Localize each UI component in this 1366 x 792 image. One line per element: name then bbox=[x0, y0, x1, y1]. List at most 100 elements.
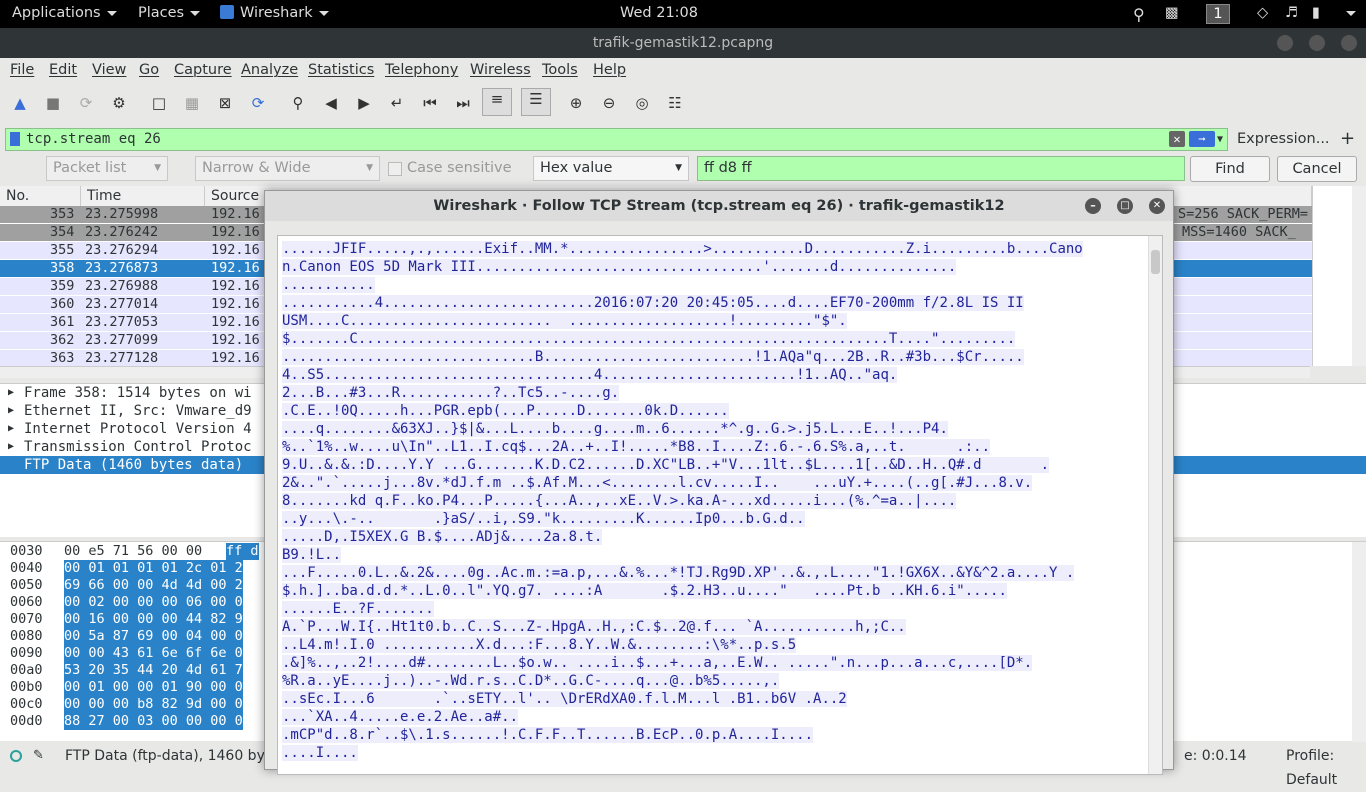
stream-line: ...........4.........................201… bbox=[282, 295, 1024, 311]
menu-edit[interactable]: Edit bbox=[49, 62, 77, 78]
save-file-icon[interactable]: ▦ bbox=[182, 93, 202, 113]
start-capture-icon[interactable]: ▲ bbox=[10, 93, 30, 113]
bytes-scrollbar[interactable] bbox=[1352, 542, 1366, 742]
dialog-title: Wireshark · Follow TCP Stream (tcp.strea… bbox=[433, 198, 1005, 214]
menu-statistics[interactable]: Statistics bbox=[308, 62, 374, 78]
clear-filter-icon[interactable]: ✕ bbox=[1169, 131, 1185, 147]
dialog-close-icon[interactable]: ✕ bbox=[1149, 198, 1165, 214]
stream-line: 9.U..&.&.:D....Y.Y ...G.......K.D.C2....… bbox=[282, 457, 1050, 473]
maximize-button[interactable] bbox=[1309, 35, 1325, 51]
stream-line: .mCP"d..8.r`..$\.1.s......!.C.F.F..T....… bbox=[282, 727, 814, 743]
edit-comment-icon[interactable]: ✎ bbox=[33, 744, 44, 768]
status-text: FTP Data (ftp-data), 1460 byte bbox=[65, 748, 279, 764]
stream-line: $.......C...............................… bbox=[282, 331, 1016, 347]
menu-tools[interactable]: Tools bbox=[542, 62, 578, 78]
stream-scrollbar-thumb[interactable] bbox=[1151, 250, 1160, 274]
expand-icon[interactable]: ▶ bbox=[8, 420, 14, 438]
search-type-select[interactable]: Hex value ▼ bbox=[533, 156, 689, 181]
resize-columns-icon[interactable]: ☷ bbox=[665, 93, 685, 113]
expand-icon[interactable]: ▶ bbox=[8, 438, 14, 456]
dialog-maximize-icon[interactable]: □ bbox=[1117, 198, 1133, 214]
window-titlebar: trafik-gemastik12.pcapng bbox=[0, 28, 1366, 58]
col-header-time[interactable]: Time bbox=[81, 186, 205, 206]
find-button[interactable]: Find bbox=[1190, 156, 1270, 182]
expert-info-icon[interactable] bbox=[10, 750, 22, 762]
stream-line: 4..S5................................4..… bbox=[282, 367, 898, 383]
minimize-button[interactable] bbox=[1277, 35, 1293, 51]
normal-size-icon[interactable]: ◎ bbox=[632, 93, 652, 113]
cancel-find-button[interactable]: Cancel bbox=[1277, 156, 1357, 182]
menu-view[interactable]: View bbox=[92, 62, 126, 78]
wifi-icon[interactable]: ◇ bbox=[1257, 5, 1268, 21]
menu-telephony[interactable]: Telephony bbox=[385, 62, 458, 78]
capture-options-icon[interactable]: ⚙ bbox=[109, 93, 129, 113]
col-header-no[interactable]: No. bbox=[0, 186, 81, 206]
last-packet-icon[interactable]: ⏭ bbox=[453, 93, 473, 113]
app-menu[interactable]: Wireshark bbox=[220, 5, 329, 21]
dialog-titlebar: Wireshark · Follow TCP Stream (tcp.strea… bbox=[265, 191, 1173, 221]
main-toolbar: ▲ ■ ⟳ ⚙ □ ▦ ⊠ ⟳ ⚲ ◀ ▶ ↵ ⏮ ⏭ ≡ ☰ ⊕ ⊖ ◎ ☷ bbox=[0, 84, 1366, 120]
stream-line: ...`XA..4.....e.e.2.Ae..a#.. bbox=[282, 709, 519, 725]
stream-line: ..sEc.I...6 .`..sETY..l'.. \DrERdXA0.f.l… bbox=[282, 691, 847, 707]
gnome-top-bar: Applications Places Wireshark Wed 21:08 … bbox=[0, 0, 1366, 28]
apply-filter-icon[interactable]: ➞ bbox=[1189, 131, 1215, 147]
search-in-select[interactable]: Packet list ▼ bbox=[46, 156, 168, 181]
go-back-icon[interactable]: ◀ bbox=[321, 93, 341, 113]
chevron-down-icon[interactable] bbox=[1346, 5, 1356, 21]
char-width-select[interactable]: Narrow & Wide ▼ bbox=[195, 156, 380, 181]
packet-list-scrollbar[interactable] bbox=[1352, 186, 1366, 366]
stream-line: 2&..".`.....j...8v.*dJ.f.m ..$.Af.M...<.… bbox=[282, 475, 1033, 491]
stream-content[interactable]: ......JFIF.....,.,......Exif..MM.*......… bbox=[277, 235, 1163, 775]
expand-icon[interactable]: ▶ bbox=[8, 384, 14, 402]
autoscroll-icon[interactable]: ≡ bbox=[482, 88, 512, 116]
stream-line: B9.!L.. bbox=[282, 547, 342, 563]
menu-capture[interactable]: Capture bbox=[174, 62, 232, 78]
restart-capture-icon[interactable]: ⟳ bbox=[76, 93, 96, 113]
follow-tcp-stream-dialog: Wireshark · Follow TCP Stream (tcp.strea… bbox=[264, 190, 1174, 775]
zoom-out-icon[interactable]: ⊖ bbox=[599, 93, 619, 113]
go-forward-icon[interactable]: ▶ bbox=[354, 93, 374, 113]
case-sensitive-checkbox[interactable] bbox=[388, 162, 402, 176]
menu-go[interactable]: Go bbox=[139, 62, 159, 78]
expand-icon[interactable]: ▶ bbox=[8, 402, 14, 420]
stream-line: %..`1%..w....u\In"..L1..I.cq$...2A..+..I… bbox=[282, 439, 991, 455]
display-filter-input[interactable]: tcp.stream eq 26 bbox=[26, 131, 161, 147]
zoom-in-icon[interactable]: ⊕ bbox=[566, 93, 586, 113]
search-icon[interactable]: ⚲ bbox=[1133, 5, 1145, 24]
volume-icon[interactable]: ♬ bbox=[1285, 5, 1298, 21]
stop-capture-icon[interactable]: ■ bbox=[43, 93, 63, 113]
workspace-indicator[interactable]: 1 bbox=[1206, 4, 1230, 24]
profile-indicator[interactable]: Profile: Default bbox=[1286, 744, 1366, 792]
find-input[interactable]: ff d8 ff bbox=[697, 156, 1185, 181]
menu-file[interactable]: File bbox=[10, 62, 34, 78]
close-button[interactable] bbox=[1341, 35, 1357, 51]
expression-button[interactable]: Expression... bbox=[1237, 131, 1330, 147]
stream-line: ..y...\.-.. .}aS/..i,.S9."k.........K...… bbox=[282, 511, 805, 527]
filter-history-icon[interactable]: ▼ bbox=[1217, 129, 1223, 150]
menu-wireless[interactable]: Wireless bbox=[470, 62, 531, 78]
stream-line: ....I.... bbox=[282, 745, 358, 761]
stream-line: .....D,.I5XEX.G B.$....ADj&....2a.8.t. bbox=[282, 529, 603, 545]
first-packet-icon[interactable]: ⏮ bbox=[420, 93, 440, 113]
reload-icon[interactable]: ⟳ bbox=[248, 93, 268, 113]
dialog-minimize-icon[interactable]: – bbox=[1085, 198, 1101, 214]
display-filter-bar[interactable]: tcp.stream eq 26 ✕ ➞ ▼ bbox=[5, 128, 1228, 151]
applications-menu[interactable]: Applications bbox=[12, 5, 117, 21]
clock[interactable]: Wed 21:08 bbox=[620, 5, 698, 21]
stream-line: USM....C........................ .......… bbox=[282, 313, 847, 329]
stream-scrollbar[interactable] bbox=[1148, 236, 1162, 774]
battery-icon[interactable]: ▮ bbox=[1312, 5, 1320, 21]
menu-analyze[interactable]: Analyze bbox=[241, 62, 298, 78]
colorize-icon[interactable]: ☰ bbox=[521, 88, 551, 116]
close-file-icon[interactable]: ⊠ bbox=[215, 93, 235, 113]
find-packet-icon[interactable]: ⚲ bbox=[288, 93, 308, 113]
packet-minimap[interactable] bbox=[1312, 186, 1352, 366]
places-menu[interactable]: Places bbox=[138, 5, 201, 21]
open-file-icon[interactable]: □ bbox=[149, 93, 169, 113]
status-load-time: e: 0:0.14 bbox=[1184, 748, 1247, 764]
bookmark-icon[interactable] bbox=[10, 132, 20, 146]
apps-icon[interactable]: ▩ bbox=[1165, 5, 1179, 21]
menu-help[interactable]: Help bbox=[593, 62, 626, 78]
go-to-packet-icon[interactable]: ↵ bbox=[387, 93, 407, 113]
add-filter-button[interactable]: + bbox=[1340, 128, 1355, 149]
